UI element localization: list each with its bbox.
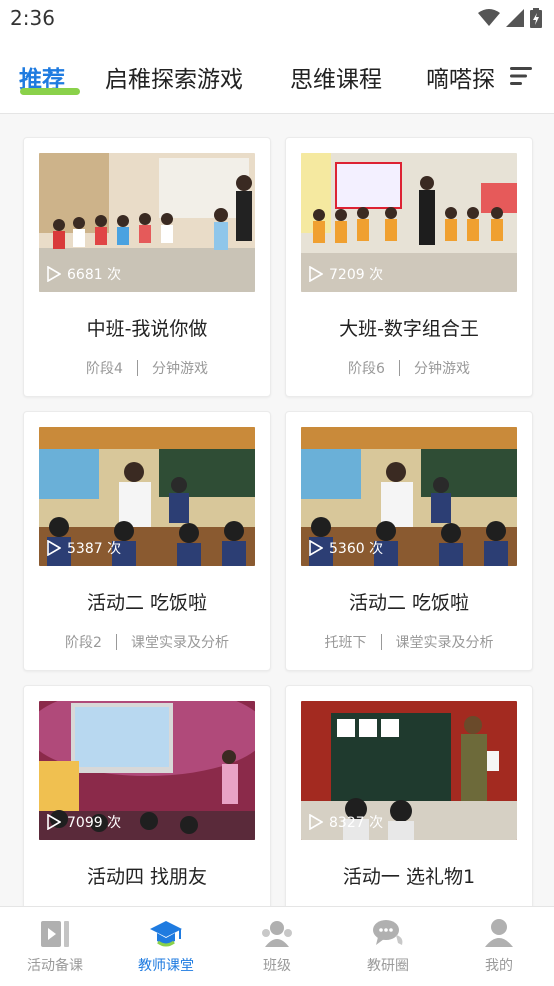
play-count: 5360 次: [309, 538, 383, 558]
play-count-text: 7099 次: [67, 815, 122, 831]
play-count: 8327 次: [309, 812, 383, 832]
video-card[interactable]: 5387 次 活动二 吃饭啦 阶段2 课堂实录及分析: [23, 411, 271, 671]
status-bar: 2:36: [0, 0, 554, 38]
meta-divider: [115, 634, 117, 650]
video-title: 活动二 吃饭啦: [348, 592, 470, 614]
category-label: 分钟游戏: [151, 361, 208, 377]
status-icons: [478, 8, 542, 28]
category-label: 课堂实录及分析: [130, 635, 229, 651]
play-icon: [47, 540, 61, 556]
video-title: 中班-我说你做: [86, 318, 208, 340]
stage-label: 阶段6: [348, 361, 385, 377]
bottom-nav: 活动备课 教师课堂 班级 教研圈 我的: [0, 906, 554, 986]
tab-dida[interactable]: 嘀嗒探: [426, 60, 494, 94]
play-count: 5387 次: [47, 538, 121, 558]
play-icon: [47, 266, 61, 282]
lesson-prep-icon: [41, 921, 69, 947]
nav-label: 教研圈: [367, 958, 409, 974]
video-feed[interactable]: 6681 次 中班-我说你做 阶段4 分钟游戏 7209 次 大班-数字组合王 …: [0, 114, 554, 906]
nav-label: 活动备课: [27, 958, 83, 974]
tab-explore-games[interactable]: 启稚探索游戏: [105, 60, 243, 94]
video-title: 活动四 找朋友: [86, 866, 208, 888]
video-card[interactable]: 6681 次 中班-我说你做 阶段4 分钟游戏: [23, 137, 271, 397]
video-thumbnail[interactable]: 6681 次: [39, 153, 255, 292]
play-count: 6681 次: [47, 264, 121, 284]
meta-divider: [380, 634, 382, 650]
play-count-text: 7209 次: [329, 267, 384, 283]
video-title: 大班-数字组合王: [339, 318, 479, 340]
class-icon: [262, 921, 292, 947]
nav-profile[interactable]: 我的: [444, 907, 554, 986]
video-card[interactable]: 8327 次 活动一 选礼物1: [285, 685, 533, 906]
video-thumbnail[interactable]: 8327 次: [301, 701, 517, 840]
play-icon: [309, 814, 323, 830]
category-label: 课堂实录及分析: [395, 635, 494, 651]
play-count: 7099 次: [47, 812, 121, 832]
signal-icon: [506, 9, 524, 27]
video-thumbnail[interactable]: 5387 次: [39, 427, 255, 566]
active-tab-indicator: [20, 88, 80, 95]
nav-teacher-classroom[interactable]: 教师课堂: [111, 907, 221, 986]
video-thumbnail[interactable]: 7209 次: [301, 153, 517, 292]
profile-icon: [485, 919, 513, 947]
play-count: 7209 次: [309, 264, 383, 284]
battery-icon: [530, 8, 542, 28]
menu-icon[interactable]: [510, 66, 532, 86]
tab-thinking-course[interactable]: 思维课程: [290, 60, 382, 94]
video-meta: 阶段4 分钟游戏: [24, 358, 270, 378]
discussion-icon: [373, 920, 403, 945]
video-thumbnail[interactable]: 7099 次: [39, 701, 255, 840]
nav-lesson-prep[interactable]: 活动备课: [0, 907, 110, 986]
stage-label: 阶段2: [65, 635, 102, 651]
play-icon: [309, 266, 323, 282]
status-time: 2:36: [10, 6, 55, 30]
play-count-text: 5387 次: [67, 541, 122, 557]
stage-label: 托班下: [324, 635, 367, 651]
video-card[interactable]: 5360 次 活动二 吃饭啦 托班下 课堂实录及分析: [285, 411, 533, 671]
meta-divider: [136, 360, 138, 376]
category-label: 分钟游戏: [413, 361, 470, 377]
nav-label: 班级: [263, 958, 291, 974]
nav-class[interactable]: 班级: [222, 907, 332, 986]
video-meta: 阶段2 课堂实录及分析: [24, 632, 270, 652]
nav-discussion[interactable]: 教研圈: [333, 907, 443, 986]
video-meta: 托班下 课堂实录及分析: [286, 632, 532, 652]
video-meta: 阶段6 分钟游戏: [286, 358, 532, 378]
nav-label: 教师课堂: [138, 958, 194, 974]
meta-divider: [398, 360, 400, 376]
video-thumbnail[interactable]: 5360 次: [301, 427, 517, 566]
video-card[interactable]: 7099 次 活动四 找朋友: [23, 685, 271, 906]
play-count-text: 6681 次: [67, 267, 122, 283]
play-count-text: 8327 次: [329, 815, 384, 831]
play-icon: [309, 540, 323, 556]
wifi-icon: [478, 9, 500, 26]
video-title: 活动一 选礼物1: [342, 866, 476, 888]
video-card[interactable]: 7209 次 大班-数字组合王 阶段6 分钟游戏: [285, 137, 533, 397]
nav-label: 我的: [485, 958, 513, 974]
stage-label: 阶段4: [86, 361, 123, 377]
play-count-text: 5360 次: [329, 541, 384, 557]
play-icon: [47, 814, 61, 830]
video-title: 活动二 吃饭啦: [86, 592, 208, 614]
teacher-classroom-icon: [150, 921, 182, 947]
